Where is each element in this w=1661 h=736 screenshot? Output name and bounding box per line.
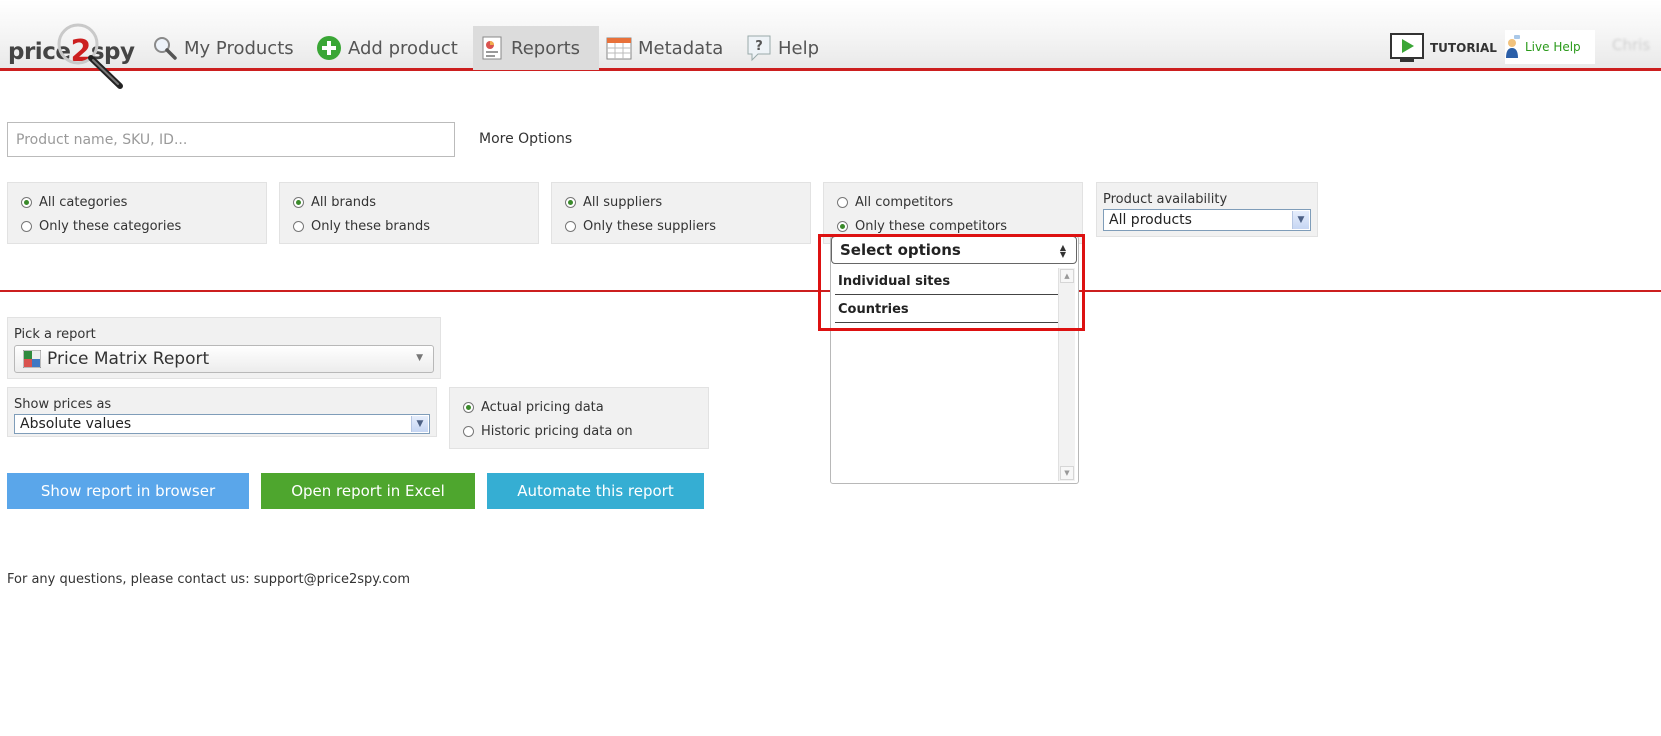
show-prices-section: Show prices as Absolute values ▼	[7, 387, 437, 437]
chevron-down-icon: ▼	[411, 416, 428, 432]
more-options-link[interactable]: More Options	[479, 131, 572, 147]
nav-reports[interactable]: Reports	[473, 26, 599, 70]
categories-filter: All categories Only these categories	[7, 182, 267, 244]
show-prices-label: Show prices as	[14, 397, 112, 412]
options-scrollbar[interactable]: ▲ ▼	[1058, 268, 1075, 481]
show-prices-value: Absolute values	[20, 416, 132, 432]
nav-reports-label: Reports	[511, 37, 581, 59]
all-competitors-option[interactable]: All competitors	[837, 195, 953, 210]
option-individual-sites[interactable]: Individual sites	[835, 269, 1058, 295]
user-name[interactable]: Chris	[1612, 36, 1650, 54]
product-availability-filter: Product availability All products ▼	[1096, 182, 1318, 237]
scroll-up-icon[interactable]: ▲	[1060, 269, 1074, 283]
actual-pricing-label: Actual pricing data	[481, 400, 604, 415]
radio-only-brands[interactable]	[293, 221, 304, 232]
radio-actual-pricing[interactable]	[463, 402, 474, 413]
only-categories-option[interactable]: Only these categories	[21, 219, 181, 234]
radio-only-suppliers[interactable]	[565, 221, 576, 232]
product-availability-select[interactable]: All products ▼	[1103, 209, 1311, 231]
all-suppliers-label: All suppliers	[583, 195, 663, 210]
only-brands-label: Only these brands	[311, 219, 430, 234]
pick-report-section: Pick a report Price Matrix Report ▼	[7, 317, 441, 379]
nav-metadata-label: Metadata	[638, 37, 724, 59]
nav-my-products-label: My Products	[184, 37, 294, 59]
all-brands-option[interactable]: All brands	[293, 195, 376, 210]
competitors-filter: All competitors Only these competitors	[823, 182, 1083, 244]
report-icon	[481, 35, 505, 61]
price2spy-logo[interactable]: price2spy	[8, 22, 135, 89]
option-countries[interactable]: Countries	[835, 297, 1058, 323]
chevron-down-icon: ▼	[416, 353, 423, 363]
all-suppliers-option[interactable]: All suppliers	[565, 195, 662, 210]
nav-help-label: Help	[778, 37, 820, 59]
top-navigation-bar: price2spy My Products Add product Report…	[0, 0, 1661, 89]
radio-only-competitors[interactable]	[837, 221, 848, 232]
scroll-down-icon[interactable]: ▼	[1060, 466, 1074, 480]
nav-metadata[interactable]: Metadata	[606, 26, 723, 70]
play-screen-icon	[1390, 33, 1424, 63]
historic-pricing-label: Historic pricing data on	[481, 424, 633, 439]
all-categories-option[interactable]: All categories	[21, 195, 127, 210]
tutorial-link[interactable]: TUTORIAL	[1390, 33, 1497, 63]
show-prices-select[interactable]: Absolute values ▼	[14, 414, 430, 434]
historic-pricing-option[interactable]: Historic pricing data on	[463, 424, 633, 439]
nav-my-products[interactable]: My Products	[152, 26, 294, 70]
radio-only-categories[interactable]	[21, 221, 32, 232]
only-competitors-label: Only these competitors	[855, 219, 1008, 234]
all-competitors-label: All competitors	[855, 195, 954, 210]
radio-all-brands[interactable]	[293, 197, 304, 208]
pricing-data-section: Actual pricing data Historic pricing dat…	[449, 387, 709, 449]
pick-report-label: Pick a report	[14, 327, 96, 342]
only-competitors-option[interactable]: Only these competitors	[837, 219, 1007, 234]
svg-text:?: ?	[755, 39, 763, 54]
all-brands-label: All brands	[311, 195, 377, 210]
tutorial-label: TUTORIAL	[1430, 41, 1497, 55]
radio-all-suppliers[interactable]	[565, 197, 576, 208]
report-select[interactable]: Price Matrix Report ▼	[14, 345, 434, 373]
live-help-button[interactable]: Live Help	[1505, 30, 1595, 64]
support-person-icon	[1505, 34, 1521, 60]
all-categories-label: All categories	[39, 195, 128, 210]
only-brands-option[interactable]: Only these brands	[293, 219, 430, 234]
calendar-table-icon	[606, 35, 632, 61]
product-availability-value: All products	[1109, 212, 1192, 228]
updown-arrows-icon: ▲ ▼	[1059, 243, 1066, 259]
contact-footer: For any questions, please contact us: su…	[7, 572, 411, 587]
only-categories-label: Only these categories	[39, 219, 182, 234]
product-availability-label: Product availability	[1103, 192, 1228, 207]
competitors-select-placeholder: Select options	[840, 241, 961, 259]
suppliers-filter: All suppliers Only these suppliers	[551, 182, 811, 244]
price-matrix-icon	[23, 350, 41, 368]
nav-help[interactable]: ? Help	[746, 26, 819, 70]
magnifier-icon	[152, 35, 178, 61]
automate-report-button[interactable]: Automate this report	[487, 473, 704, 509]
radio-all-competitors[interactable]	[837, 197, 848, 208]
plus-circle-icon	[316, 35, 342, 61]
question-icon: ?	[746, 34, 772, 62]
magnifier-logo-icon	[57, 23, 123, 89]
radio-historic-pricing[interactable]	[463, 426, 474, 437]
product-search-input[interactable]	[7, 122, 455, 157]
live-help-label: Live Help	[1525, 40, 1581, 54]
radio-all-categories[interactable]	[21, 197, 32, 208]
only-suppliers-label: Only these suppliers	[583, 219, 717, 234]
only-suppliers-option[interactable]: Only these suppliers	[565, 219, 716, 234]
nav-add-product-label: Add product	[348, 37, 458, 59]
brands-filter: All brands Only these brands	[279, 182, 539, 244]
competitors-select[interactable]: Select options ▲ ▼	[831, 236, 1077, 264]
report-select-value: Price Matrix Report	[47, 349, 210, 369]
open-report-in-excel-button[interactable]: Open report in Excel	[261, 473, 475, 509]
nav-add-product[interactable]: Add product	[316, 26, 458, 70]
actual-pricing-option[interactable]: Actual pricing data	[463, 400, 604, 415]
chevron-down-icon: ▼	[1292, 211, 1309, 229]
show-report-in-browser-button[interactable]: Show report in browser	[7, 473, 249, 509]
